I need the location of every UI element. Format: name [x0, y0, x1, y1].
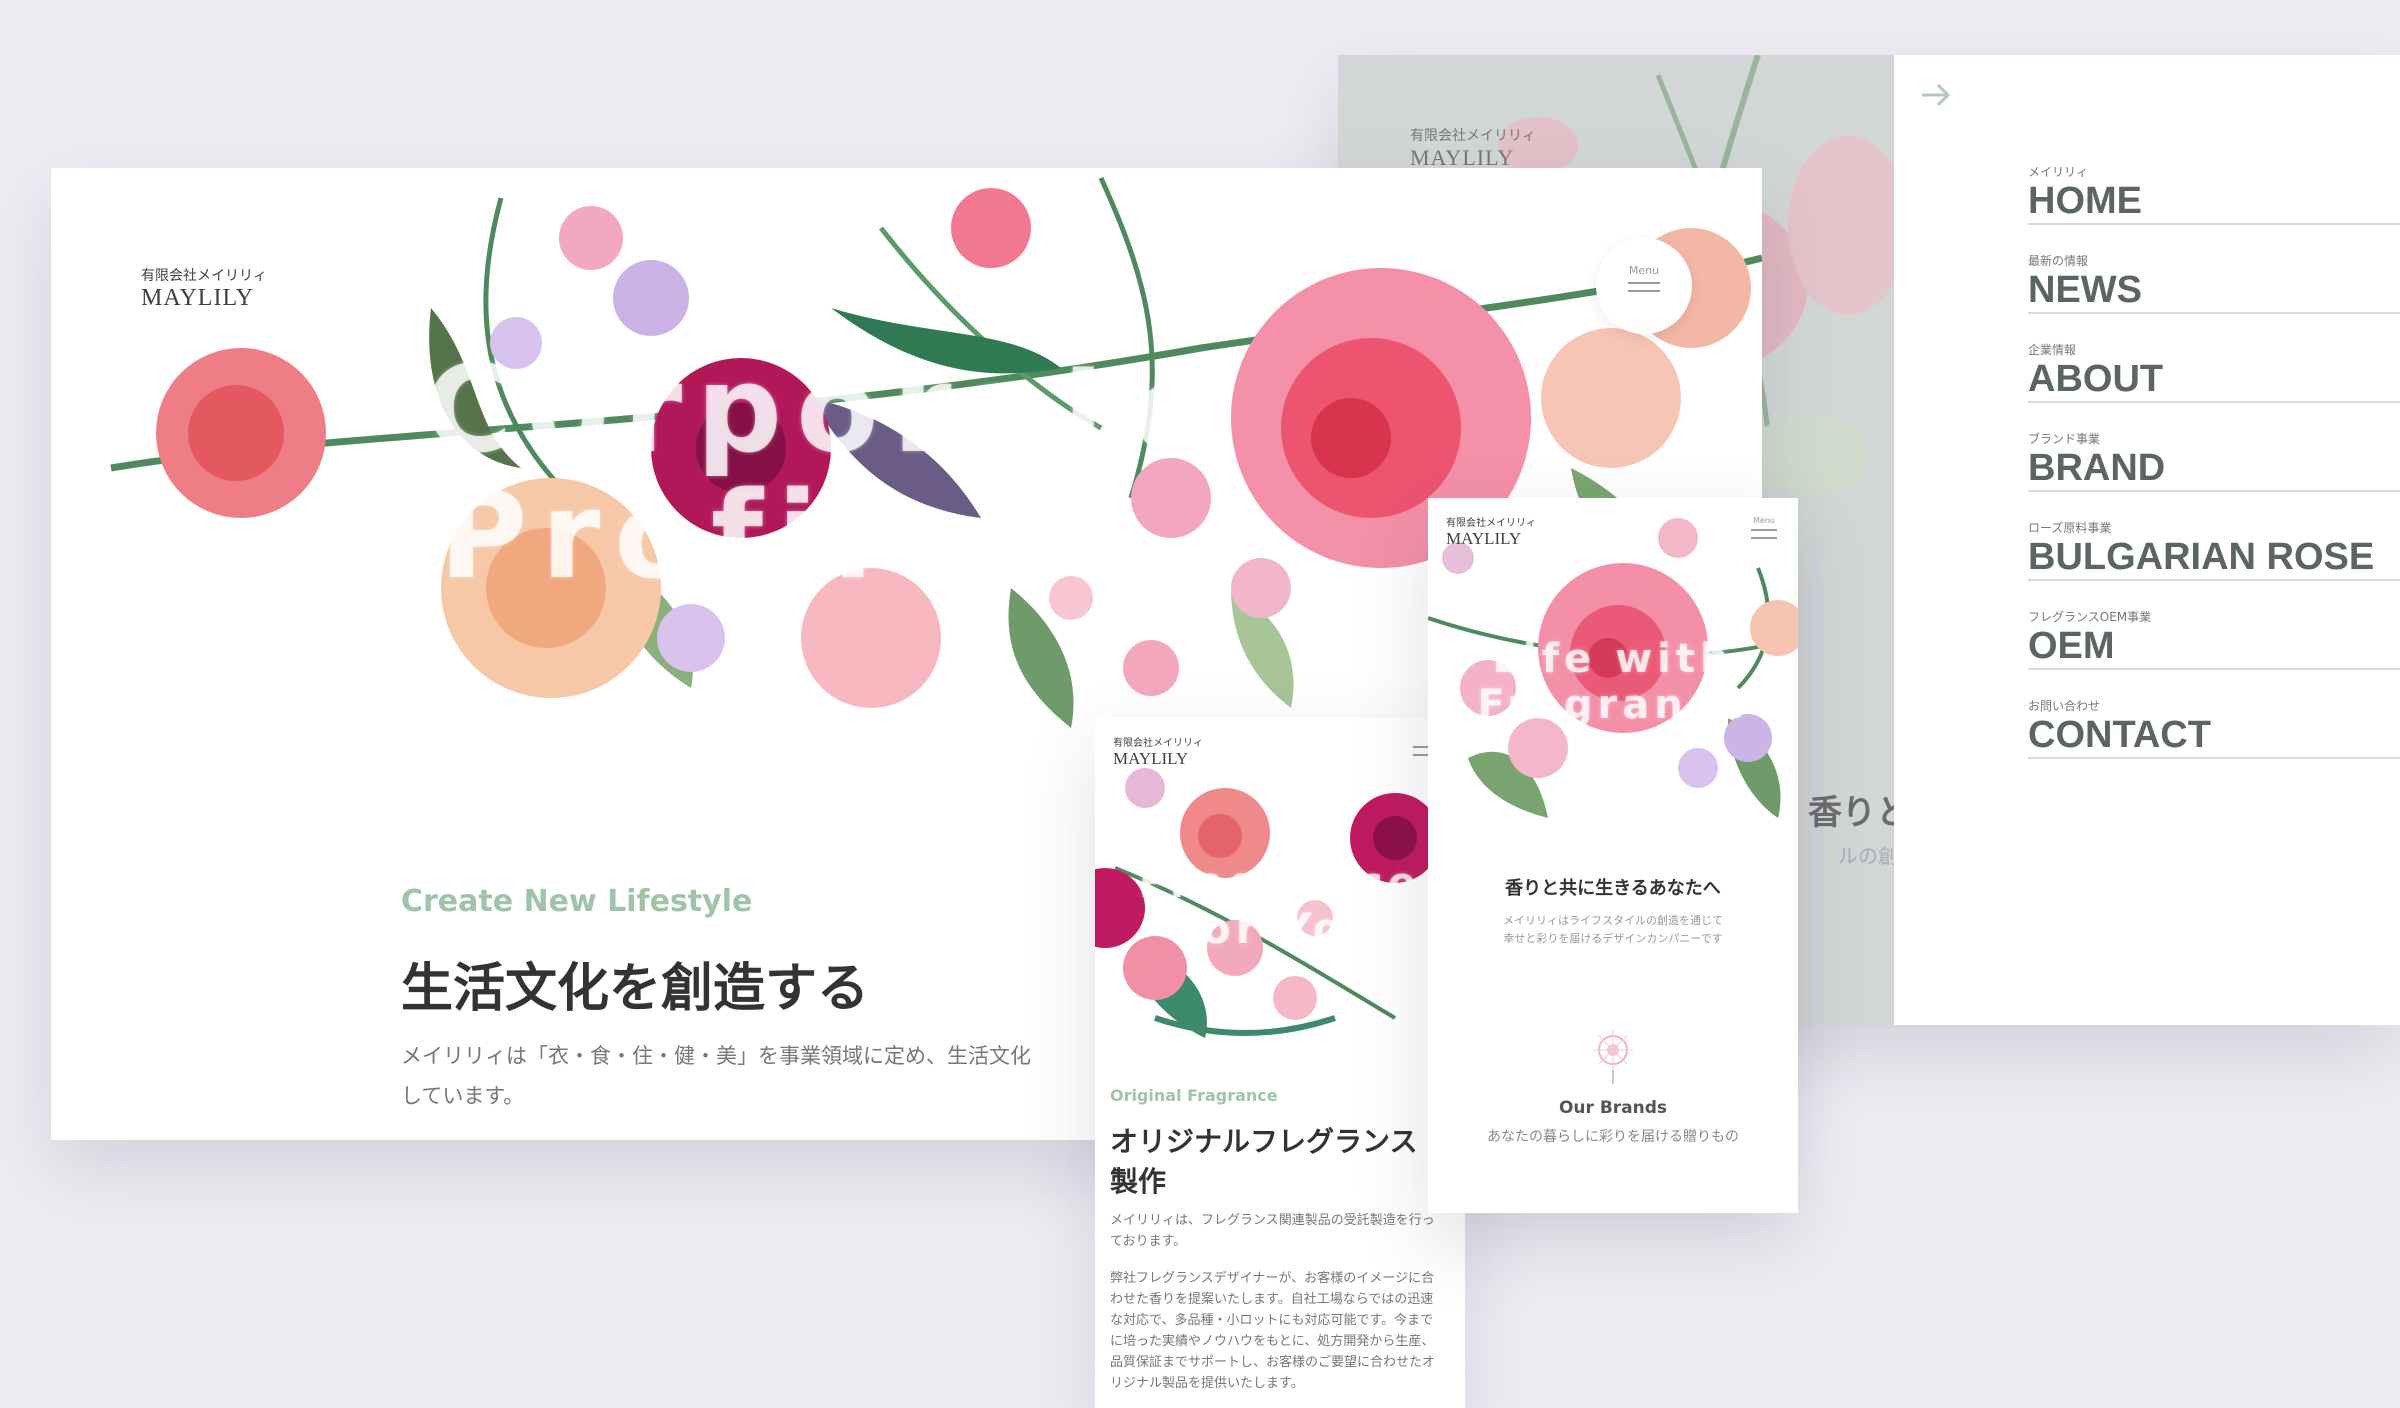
hero-title-line1: Fragrance — [1138, 858, 1422, 907]
logo-name: MAYLILY — [1113, 749, 1189, 768]
section-heading-line2: 製作 — [1110, 1165, 1167, 1198]
desktop-logo[interactable]: 有限会社メイリリィ MAYLILY — [141, 265, 267, 312]
nav-sub-label: ブランド事業 — [2028, 432, 2101, 446]
nav-item-home[interactable]: メイリリィ HOME — [2028, 165, 2400, 225]
nav-item-about[interactable]: 企業情報 ABOUT — [2028, 343, 2400, 403]
hero-title-line2: for You — [1178, 904, 1382, 953]
nav-label: HOME — [2028, 180, 2142, 222]
nav-item-bulgarian-rose[interactable]: ローズ原料事業 BULGARIAN ROSE — [2028, 521, 2400, 581]
nav-sub-label: お問い合わせ — [2028, 699, 2101, 713]
hamburger-icon — [1751, 529, 1777, 539]
intro-sub-line2: 幸せと彩りを届けるデザインカンパニーです — [1503, 932, 1723, 945]
menu-page-logo[interactable]: 有限会社メイリリィ MAYLILY — [1410, 125, 1536, 171]
hamburger-icon — [1628, 282, 1660, 298]
brand-emblem-icon — [1588, 1026, 1638, 1086]
tagline-english: Create New Lifestyle — [401, 884, 753, 919]
hero-title-line1: Corporate — [424, 341, 1228, 480]
nav-sub-label: 企業情報 — [2028, 343, 2077, 357]
intro-heading: 香りと共に生きるあなたへ — [1505, 878, 1721, 899]
nav-item-news[interactable]: 最新の情報 NEWS — [2028, 254, 2400, 314]
intro-text-line2: しています。 — [401, 1084, 525, 1108]
mobile-oem-screen: 有限会社メイリリィ MAYLILY Fragrance for You Orig… — [1095, 718, 1465, 1408]
menu-page-peek-heading: 香りと — [1808, 793, 1894, 833]
section-paragraph-1: メイリリィは、フレグランス関連製品の受託製造を行っております。 — [1110, 1213, 1435, 1249]
nav-item-oem[interactable]: フレグランスOEM事業 OEM — [2028, 610, 2400, 670]
hero-title-line2: Profile — [439, 467, 983, 606]
menu-button-label: Menu — [1753, 516, 1775, 525]
nav-label: CONTACT — [2028, 714, 2211, 756]
page-heading: 生活文化を創造する — [401, 959, 870, 1019]
menu-page-peek-sub: ルの創造 — [1838, 844, 1894, 868]
nav-sub-label: ローズ原料事業 — [2028, 521, 2112, 535]
brands-title: Our Brands — [1558, 1098, 1668, 1118]
brands-subtitle: あなたの暮らしに彩りを届ける贈りもの — [1487, 1129, 1739, 1145]
global-nav: メイリリィ HOME 最新の情報 NEWS 企業情報 ABOUT ブランド事業 … — [1894, 55, 2400, 1025]
nav-sub-label: 最新の情報 — [2028, 254, 2089, 268]
logo-name: MAYLILY — [141, 285, 255, 311]
section-label-english: Original Fragrance — [1110, 1086, 1278, 1105]
logo-company: 有限会社メイリリィ — [141, 269, 267, 284]
hero-title-line2: Fragrance — [1477, 682, 1749, 728]
arrow-right-icon[interactable] — [1916, 75, 1956, 115]
nav-item-contact[interactable]: お問い合わせ CONTACT — [2028, 699, 2400, 759]
menu-button-label: Menu — [1628, 264, 1660, 277]
section-heading-line1: オリジナルフレグランス — [1110, 1125, 1418, 1158]
nav-sub-label: フレグランスOEM事業 — [2028, 610, 2152, 624]
mobile-oem-logo[interactable]: 有限会社メイリリィ MAYLILY — [1113, 734, 1203, 769]
menu-button[interactable]: Menu — [1596, 238, 1692, 334]
mobile-home-logo[interactable]: 有限会社メイリリィ MAYLILY — [1446, 514, 1536, 549]
nav-label: OEM — [2028, 625, 2115, 667]
nav-label: NEWS — [2028, 269, 2142, 311]
logo-company: 有限会社メイリリィ — [1113, 738, 1203, 749]
menu-button[interactable]: Menu — [1746, 516, 1782, 545]
section-paragraph-2: 弊社フレグランスデザイナーが、お客様のイメージに合わせた香りを提案いたします。自… — [1110, 1271, 1436, 1391]
nav-sub-label: メイリリィ — [2028, 165, 2089, 179]
logo-company: 有限会社メイリリィ — [1446, 518, 1536, 529]
intro-text-line1: メイリリィは「衣・食・住・健・美」を事業領域に定め、生活文化 — [401, 1044, 1031, 1068]
logo-company: 有限会社メイリリィ — [1410, 129, 1536, 144]
nav-label: BRAND — [2028, 447, 2166, 489]
logo-name: MAYLILY — [1446, 529, 1522, 548]
intro-sub-line1: メイリリィはライフスタイルの創造を通じて — [1503, 914, 1723, 927]
nav-label: ABOUT — [2028, 358, 2164, 400]
mobile-home-screen: 有限会社メイリリィ MAYLILY Menu Life with Fragran… — [1428, 498, 1798, 1213]
nav-label: BULGARIAN ROSE — [2028, 536, 2375, 578]
hero-title-line1: Life with — [1492, 636, 1734, 682]
nav-item-brand[interactable]: ブランド事業 BRAND — [2028, 432, 2400, 492]
